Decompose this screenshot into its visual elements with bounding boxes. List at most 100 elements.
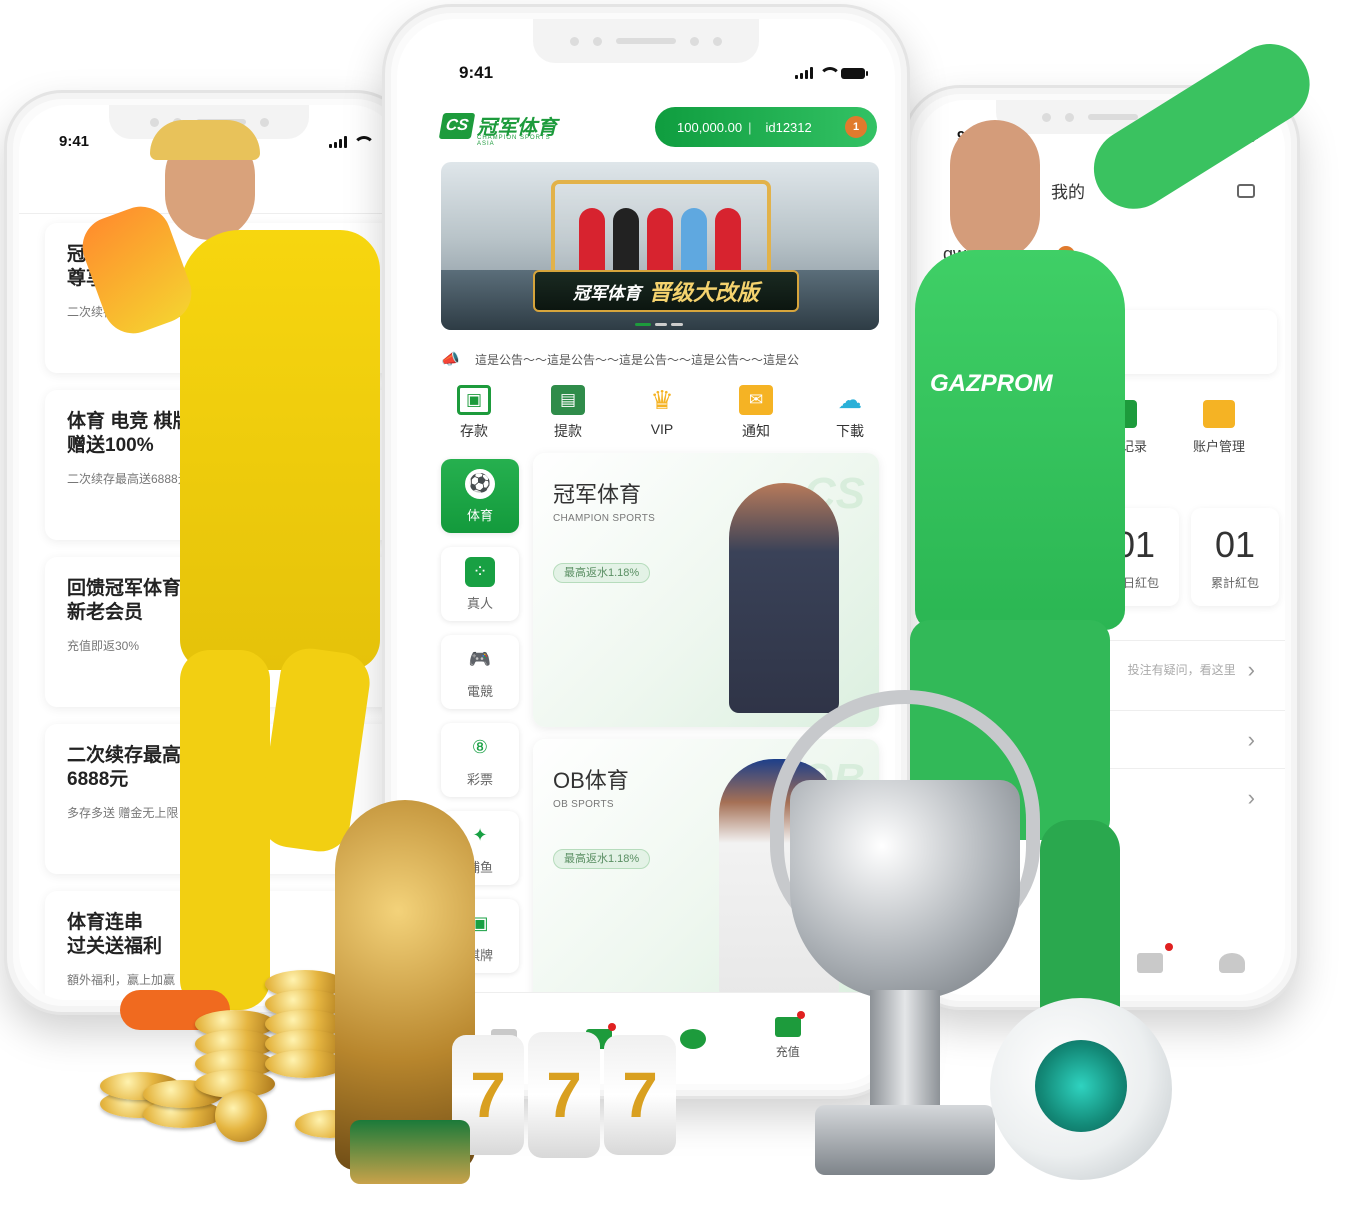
banner-player — [579, 208, 605, 278]
category-cards[interactable]: ▣ 棋牌 — [441, 899, 519, 973]
wifi-icon — [1209, 130, 1231, 143]
category-label: 真人 — [466, 595, 493, 611]
banner-player — [647, 208, 673, 278]
quick-label: 通知 — [742, 423, 770, 439]
promo-card[interactable]: 冠军体育 尊享 二次续存最高送6888元 — [45, 223, 399, 373]
quick-label: 存款 — [460, 423, 488, 439]
promo-subtitle: 二次续存最高送6888元 — [67, 472, 190, 486]
athlete-image — [729, 483, 839, 713]
promo-card[interactable]: 二次续存最高 6888元 多存多送 赠金无上限 — [45, 724, 399, 874]
account-card[interactable] — [943, 310, 1277, 374]
tab-service[interactable] — [680, 1028, 707, 1049]
profile-phone: 9:41 我的 qw 交易记录 账户管理 01 今日紅包 01 累計紅包 投注有… — [902, 85, 1300, 1010]
game-card-champion-sports[interactable]: CS 冠军体育 CHAMPION SPORTS 最高返水1.18% — [533, 453, 879, 727]
red-envelope-stats: 01 今日紅包 01 累計紅包 — [1091, 508, 1279, 606]
home-icon — [491, 1028, 518, 1049]
banner-player — [681, 208, 707, 278]
signal-icon — [329, 135, 347, 148]
promo-banner[interactable]: 冠军体育 晋级大改版 — [441, 162, 879, 330]
tab-recharge[interactable]: 充值 — [774, 1011, 805, 1060]
megaphone-icon: 📣 — [441, 351, 460, 368]
brand-logo[interactable]: CS 冠军体育 CHAMPION SPORTS ASIA — [438, 111, 557, 147]
category-label: 体育 — [466, 507, 493, 523]
quick-label: 提款 — [554, 423, 582, 439]
announcement-marquee[interactable]: 📣 這是公告～～這是公告～～這是公告～～這是公告～～這是公 — [441, 351, 881, 368]
menu-label: 账户管理 — [1192, 439, 1245, 454]
promo-card[interactable]: 体育连串 过关送福利 額外福利，赢上加赢 — [45, 891, 399, 1000]
promo-card[interactable]: 体育 电竞 棋牌首存 赠送100% 二次续存最高送6888元 — [45, 390, 399, 540]
promo-title: 回馈冠军体育的 新老会员 — [67, 578, 201, 623]
game-card-ob-sports[interactable]: OB OB体育 OB SPORTS 最高返水1.18% — [533, 739, 879, 1013]
tab-home[interactable] — [491, 1028, 518, 1049]
chevron-right-icon: › — [1247, 656, 1255, 682]
promo-card[interactable]: 回馈冠军体育的 新老会员 充值即返30% — [45, 557, 399, 707]
gamepad-icon: 🎮 — [468, 649, 492, 669]
tab-promotions[interactable] — [585, 1022, 616, 1049]
tab-label: 充值 — [775, 1045, 800, 1059]
wallet-tab-icon[interactable] — [1137, 943, 1173, 973]
category-label: 電競 — [466, 683, 493, 699]
stat-total-red-envelope[interactable]: 01 累計紅包 — [1191, 508, 1279, 606]
quick-actions: ▣ 存款 ▤ 提款 ♛ VIP ✉ 通知 ☁ 下載 — [427, 385, 895, 441]
category-esports[interactable]: 🎮 電競 — [441, 635, 519, 709]
wifi-icon — [819, 67, 841, 79]
banner-brand: 冠军体育 — [572, 283, 641, 303]
category-live-casino[interactable]: ⁘ 真人 — [441, 547, 519, 621]
game-subtitle: OB SPORTS — [553, 799, 614, 810]
quick-notification[interactable]: ✉ 通知 — [721, 385, 791, 441]
quick-download[interactable]: ☁ 下載 — [815, 385, 885, 441]
wifi-icon — [353, 135, 375, 148]
fish-icon: ✦ — [472, 825, 488, 845]
stat-today-red-envelope[interactable]: 01 今日紅包 — [1091, 508, 1179, 606]
status-bar: 9:41 — [59, 133, 375, 150]
quick-deposit[interactable]: ▣ 存款 — [439, 385, 509, 441]
message-icon[interactable] — [1237, 184, 1255, 198]
chat-icon — [680, 1028, 707, 1049]
lottery-ball-icon: ⑧ — [471, 737, 489, 757]
withdraw-icon: ▤ — [551, 385, 585, 415]
soccer-ball-icon: ⚽ — [465, 468, 495, 499]
quick-label: 下載 — [836, 423, 864, 439]
profile-tab-icon[interactable] — [1219, 953, 1245, 973]
menu-account-management[interactable]: 账户管理 — [1193, 400, 1245, 455]
profile-menu: 交易记录 账户管理 — [917, 400, 1285, 455]
chevron-right-icon: › — [1247, 784, 1255, 810]
promo-subtitle: 二次续存最高送6888元 — [67, 305, 190, 319]
clipboard-icon — [1104, 400, 1137, 428]
category-label: 棋牌 — [466, 947, 493, 963]
category-lottery[interactable]: ⑧ 彩票 — [441, 723, 519, 797]
logo-mark: CS — [438, 112, 476, 139]
rebate-badge: 最高返水1.18% — [553, 563, 651, 583]
signal-icon — [1185, 130, 1203, 143]
wallet-separator: | — [748, 119, 752, 135]
stat-number: 01 — [1214, 523, 1256, 565]
carousel-indicator[interactable] — [635, 323, 683, 326]
signal-icon — [795, 67, 813, 79]
category-fishing[interactable]: ✦ 捕鱼 — [441, 811, 519, 885]
help-row[interactable]: 投注有疑问，看这里 › — [917, 640, 1285, 698]
category-sports[interactable]: ⚽ 体育 — [441, 459, 519, 533]
level-badge: 1 — [845, 116, 867, 138]
tab-bar — [917, 939, 1285, 995]
promo-title: 体育 电竞 棋牌首存 赠送100% — [67, 411, 230, 456]
quick-withdraw[interactable]: ▤ 提款 — [533, 385, 603, 441]
athlete-image — [719, 759, 839, 999]
mail-icon: ✉ — [739, 385, 773, 415]
banner-plate: 冠军体育 晋级大改版 — [533, 270, 799, 312]
category-sidebar: ⚽ 体育 ⁘ 真人 🎮 電競 ⑧ 彩票 ✦ 捕鱼 ▣ 棋牌 — [441, 459, 521, 987]
wallet-pill[interactable]: 100,000.00 | id12312 1 — [655, 107, 877, 147]
banner-slogan: 晋级大改版 — [648, 280, 759, 305]
battery-icon — [1231, 131, 1258, 142]
status-time: 9:41 — [59, 133, 90, 150]
list-row[interactable]: › — [917, 768, 1285, 826]
menu-transaction-records[interactable]: 交易记录 — [1095, 400, 1147, 455]
banner-player — [715, 208, 741, 278]
stat-number: 01 — [1114, 523, 1156, 565]
soccer-ball-image — [990, 998, 1172, 1180]
stat-label: 今日紅包 — [1110, 575, 1159, 590]
quick-vip[interactable]: ♛ VIP — [627, 385, 697, 441]
list-row[interactable]: › — [917, 710, 1285, 768]
folder-icon — [1202, 400, 1235, 428]
username: qw — [943, 244, 967, 264]
promo-title: 体育连串 过关送福利 — [67, 912, 163, 957]
